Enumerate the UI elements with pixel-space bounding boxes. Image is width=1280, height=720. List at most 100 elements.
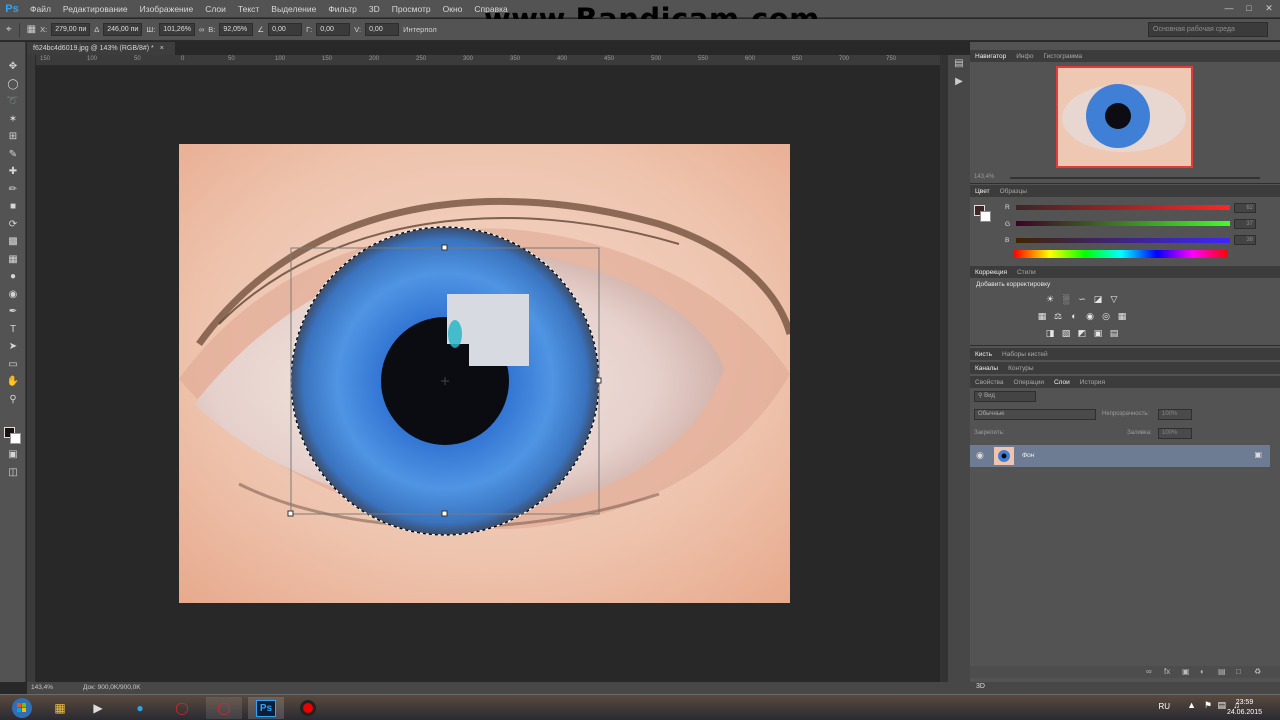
- navigator-thumbnail[interactable]: [1056, 66, 1193, 168]
- reference-point-icon[interactable]: ▦: [27, 24, 36, 35]
- marquee-tool-icon[interactable]: ◯: [0, 76, 26, 94]
- flag-icon[interactable]: ⚑: [1204, 700, 1212, 711]
- pen-tool-icon[interactable]: ✒: [0, 303, 26, 321]
- blur-tool-icon[interactable]: ●: [0, 268, 26, 286]
- new-group-icon[interactable]: ▤: [1218, 667, 1226, 676]
- blend-mode-select[interactable]: Обычные: [974, 409, 1096, 420]
- tab-swatches[interactable]: Образцы: [1000, 188, 1027, 195]
- opacity-field[interactable]: 100%: [1158, 409, 1192, 420]
- close-tab-icon[interactable]: ×: [160, 45, 164, 52]
- tab-channels[interactable]: Каналы: [975, 365, 998, 372]
- layer-style-icon[interactable]: fx: [1164, 667, 1170, 676]
- tab-history[interactable]: История: [1080, 379, 1105, 386]
- healing-tool-icon[interactable]: ✚: [0, 163, 26, 181]
- gradient-map-icon[interactable]: ▤: [1108, 328, 1120, 338]
- tab-adjustments[interactable]: Коррекция: [975, 269, 1007, 276]
- minimize-icon[interactable]: —: [1222, 2, 1236, 14]
- color-bg-swatch[interactable]: [980, 211, 991, 222]
- crop-tool-icon[interactable]: ⊞: [0, 128, 26, 146]
- zoom-level[interactable]: 143,4%: [31, 682, 53, 694]
- threshold-icon[interactable]: ◩: [1076, 328, 1088, 338]
- curves-icon[interactable]: ∽: [1076, 294, 1088, 304]
- hand-tool-icon[interactable]: ✋: [0, 373, 26, 391]
- type-tool-icon[interactable]: T: [0, 321, 26, 339]
- history-panel-icon[interactable]: ▤: [948, 55, 970, 73]
- close-icon[interactable]: ✕: [1262, 2, 1276, 14]
- tab-navigator[interactable]: Навигатор: [975, 53, 1006, 60]
- channel-b-value[interactable]: 38: [1234, 235, 1256, 245]
- history-brush-tool-icon[interactable]: ⟳: [0, 216, 26, 234]
- explorer-icon[interactable]: ▦: [42, 697, 78, 719]
- path-select-tool-icon[interactable]: ➤: [0, 338, 26, 356]
- delete-layer-icon[interactable]: ♻: [1254, 667, 1261, 676]
- tab-brush-presets[interactable]: Наборы кистей: [1002, 351, 1048, 358]
- layer-row[interactable]: ◉ Фон ▣: [970, 445, 1270, 467]
- hue-saturation-icon[interactable]: ▦: [1036, 311, 1048, 321]
- tab-layers[interactable]: Слои: [1054, 379, 1070, 386]
- brush-tool-icon[interactable]: ✏: [0, 181, 26, 199]
- gradient-tool-icon[interactable]: ▦: [0, 251, 26, 269]
- tab-properties[interactable]: Свойства: [975, 379, 1004, 386]
- quick-mask-icon[interactable]: ▣: [0, 446, 26, 464]
- menu-file[interactable]: Файл: [24, 0, 57, 18]
- navigator-zoom[interactable]: 143,4%: [974, 174, 994, 180]
- new-layer-icon[interactable]: □: [1236, 667, 1241, 676]
- angle-field[interactable]: 0,00: [268, 23, 303, 36]
- background-color-swatch[interactable]: [10, 433, 21, 444]
- selective-color-icon[interactable]: ▣: [1092, 328, 1104, 338]
- language-indicator[interactable]: RU: [1158, 702, 1170, 711]
- tab-brush[interactable]: Кисть: [975, 351, 992, 358]
- start-button[interactable]: [4, 697, 40, 719]
- interpolation-label[interactable]: Интерпол: [403, 25, 437, 34]
- new-adjustment-icon[interactable]: ◐: [1200, 667, 1205, 676]
- zoom-tool-icon[interactable]: ⚲: [0, 391, 26, 409]
- menu-layers[interactable]: Слои: [199, 0, 232, 18]
- layer-name[interactable]: Фон: [1022, 452, 1034, 459]
- vertical-scrollbar[interactable]: [940, 55, 948, 682]
- x-field[interactable]: 279,00 пи: [51, 23, 91, 36]
- eye-photo[interactable]: [179, 144, 790, 603]
- channel-mixer-icon[interactable]: ◎: [1100, 311, 1112, 321]
- system-clock[interactable]: 23:59 24.06.2015: [1227, 698, 1262, 718]
- menu-select[interactable]: Выделение: [265, 0, 322, 18]
- black-white-icon[interactable]: ◐: [1068, 311, 1080, 321]
- network-icon[interactable]: ▤: [1217, 700, 1226, 711]
- exposure-icon[interactable]: ◪: [1092, 294, 1104, 304]
- fill-field[interactable]: 100%: [1158, 428, 1192, 439]
- menu-3d[interactable]: 3D: [363, 0, 386, 18]
- channel-r-value[interactable]: 62: [1234, 203, 1256, 213]
- actions-panel-icon[interactable]: ▶: [948, 73, 970, 91]
- tray-arrow-icon[interactable]: ▲: [1187, 700, 1196, 710]
- posterize-icon[interactable]: ▧: [1060, 328, 1072, 338]
- media-player-icon[interactable]: ▶: [80, 697, 116, 719]
- menu-image[interactable]: Изображение: [134, 0, 200, 18]
- menu-text[interactable]: Текст: [232, 0, 265, 18]
- channel-b-slider[interactable]: [1016, 238, 1230, 243]
- width-field[interactable]: 101,26%: [159, 23, 195, 36]
- menu-filter[interactable]: Фильтр: [322, 0, 363, 18]
- photoshop-taskbar-icon[interactable]: Ps: [248, 697, 284, 719]
- height-field[interactable]: 92,05%: [219, 23, 254, 36]
- tab-paths[interactable]: Контуры: [1008, 365, 1034, 372]
- menu-window[interactable]: Окно: [437, 0, 469, 18]
- photo-filter-icon[interactable]: ◉: [1084, 311, 1096, 321]
- levels-icon[interactable]: ░: [1060, 294, 1072, 304]
- vibrance-icon[interactable]: ▽: [1108, 294, 1120, 304]
- invert-icon[interactable]: ◨: [1044, 328, 1056, 338]
- link-icon[interactable]: ∞: [199, 25, 204, 34]
- y-field[interactable]: 246,00 пи: [103, 23, 143, 36]
- maximize-icon[interactable]: □: [1242, 2, 1256, 14]
- stamp-tool-icon[interactable]: ■: [0, 198, 26, 216]
- channel-r-slider[interactable]: [1016, 205, 1230, 210]
- menu-view[interactable]: Просмотр: [386, 0, 437, 18]
- tab-styles[interactable]: Стили: [1017, 269, 1036, 276]
- delta-icon[interactable]: Δ: [94, 25, 99, 34]
- document-info[interactable]: Док: 900,0K/900,0K: [83, 682, 141, 694]
- link-layers-icon[interactable]: ∞: [1146, 667, 1152, 676]
- skype-icon[interactable]: ●: [122, 697, 158, 719]
- channel-g-slider[interactable]: [1016, 221, 1230, 226]
- dodge-tool-icon[interactable]: ◉: [0, 286, 26, 304]
- lasso-tool-icon[interactable]: ➰: [0, 93, 26, 111]
- tab-color[interactable]: Цвет: [975, 188, 990, 195]
- navigator-zoom-slider[interactable]: [1010, 177, 1260, 179]
